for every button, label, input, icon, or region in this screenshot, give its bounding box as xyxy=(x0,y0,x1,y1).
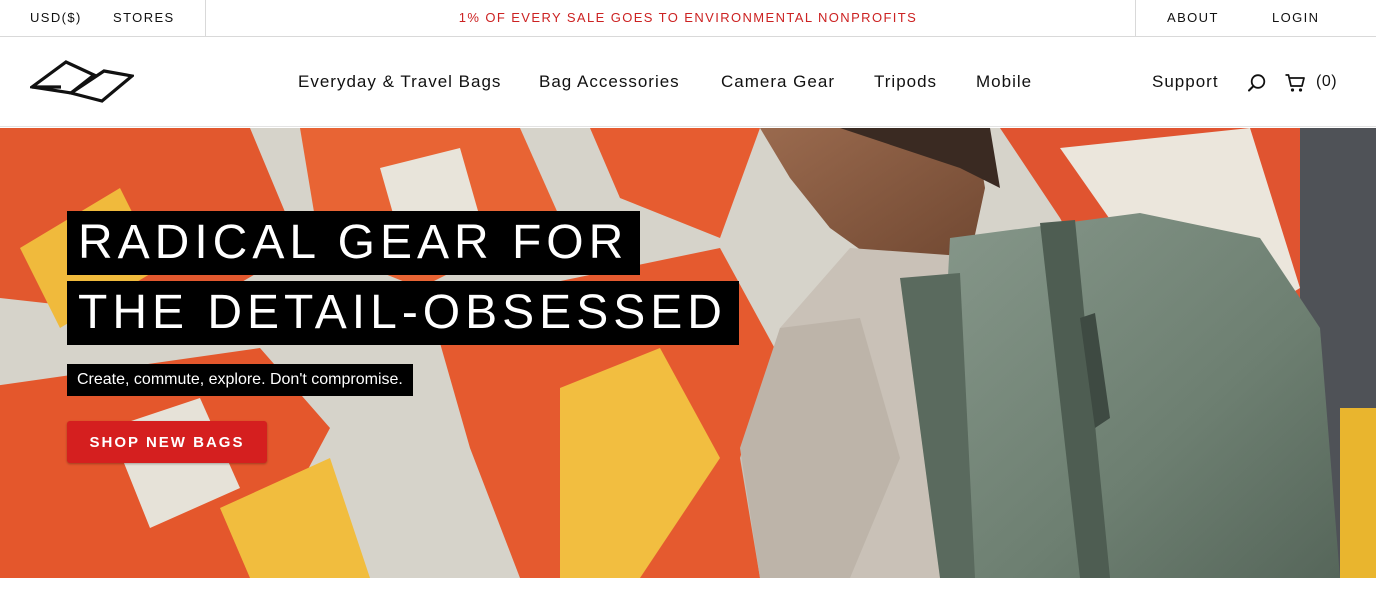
nav-camera-gear[interactable]: Camera Gear xyxy=(721,72,835,92)
utility-left-group: USD($) STORES xyxy=(0,0,206,36)
logo-mark-icon xyxy=(27,60,136,103)
hero-banner: RADICAL GEAR FOR THE DETAIL-OBSESSED Cre… xyxy=(0,128,1376,578)
shop-new-bags-button[interactable]: SHOP NEW BAGS xyxy=(67,421,267,463)
promo-text[interactable]: 1% OF EVERY SALE GOES TO ENVIRONMENTAL N… xyxy=(459,10,917,25)
about-link[interactable]: ABOUT xyxy=(1167,10,1219,25)
peak-design-logo[interactable] xyxy=(27,59,136,105)
main-nav: Everyday & Travel Bags Bag Accessories C… xyxy=(0,37,1376,127)
nav-everyday-travel-bags[interactable]: Everyday & Travel Bags xyxy=(298,72,501,92)
nav-bag-accessories[interactable]: Bag Accessories xyxy=(539,72,680,92)
nav-support[interactable]: Support xyxy=(1152,72,1219,92)
nav-mobile[interactable]: Mobile xyxy=(976,72,1032,92)
nav-tripods[interactable]: Tripods xyxy=(874,72,937,92)
cart-icon[interactable] xyxy=(1284,72,1306,94)
utility-bar: USD($) STORES 1% OF EVERY SALE GOES TO E… xyxy=(0,0,1376,37)
search-icon[interactable] xyxy=(1247,73,1267,93)
currency-selector[interactable]: USD($) xyxy=(30,10,82,25)
cart-count[interactable]: (0) xyxy=(1316,73,1337,91)
login-link[interactable]: LOGIN xyxy=(1272,10,1319,25)
utility-right-group: ABOUT LOGIN xyxy=(1135,0,1376,36)
hero-headline-line1: RADICAL GEAR FOR xyxy=(67,211,641,275)
hero-image xyxy=(0,128,1376,578)
hero-headline-line2: THE DETAIL-OBSESSED xyxy=(67,281,739,345)
stores-link[interactable]: STORES xyxy=(113,10,175,25)
hero-subheadline: Create, commute, explore. Don't compromi… xyxy=(67,364,413,396)
